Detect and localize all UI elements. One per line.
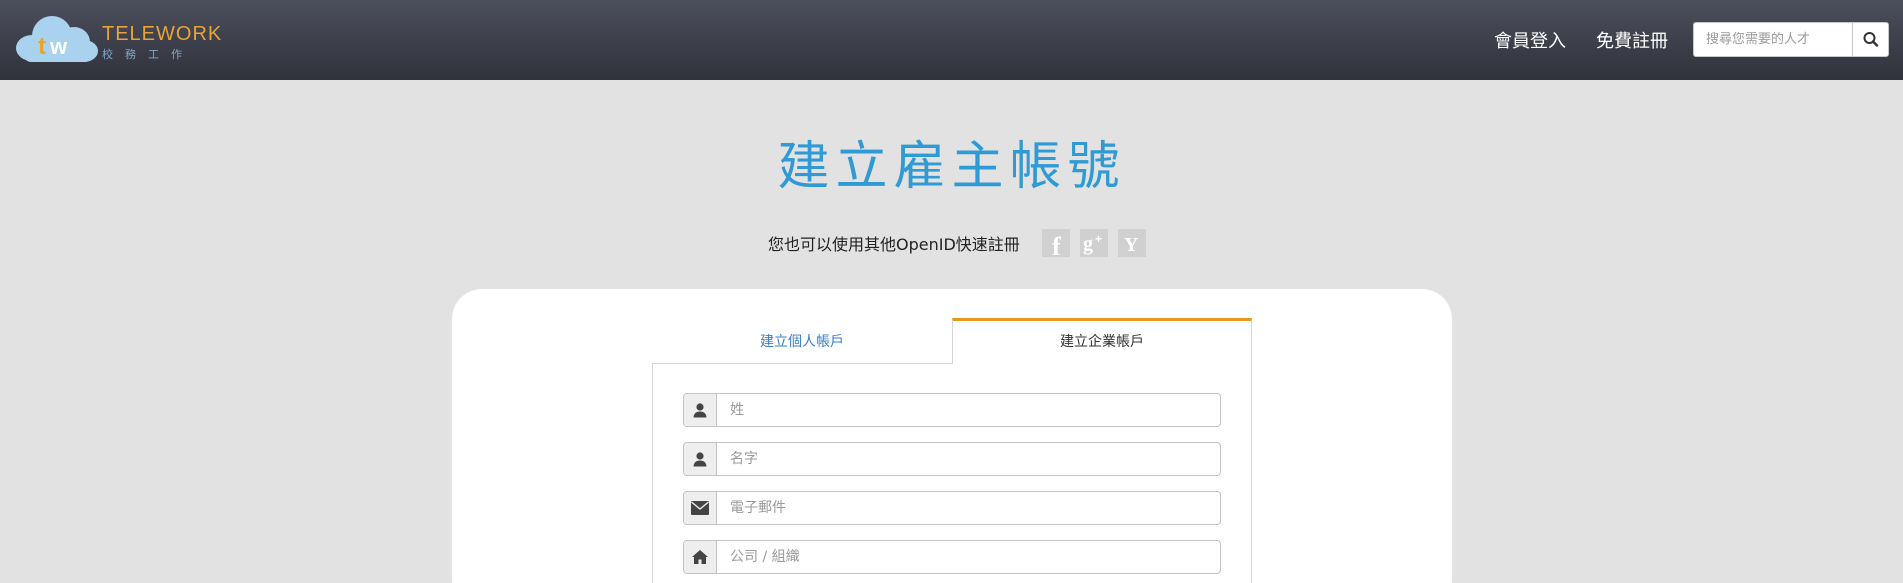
yahoo-icon[interactable]: Y — [1117, 229, 1146, 257]
svg-text:f: f — [1052, 232, 1061, 257]
brand-name: TELEWORK — [102, 23, 223, 45]
company-field — [683, 540, 1221, 574]
top-navbar: t w TELEWORK 校務工作 會員登入 免費註冊 — [0, 0, 1903, 80]
svg-text:g: g — [1083, 233, 1093, 255]
last-name-input[interactable] — [718, 394, 1218, 426]
svg-text:t: t — [38, 33, 46, 60]
register-link[interactable]: 免費註冊 — [1596, 27, 1668, 53]
page-title: 建立雇主帳號 — [777, 137, 1126, 197]
user-icon — [684, 443, 717, 475]
account-type-tabs: 建立個人帳戶 建立企業帳戶 — [652, 318, 1252, 364]
search-icon — [1863, 32, 1879, 47]
telework-logo[interactable]: t w TELEWORK 校務工作 — [14, 14, 221, 66]
first-name-input[interactable] — [718, 443, 1218, 475]
envelope-icon — [684, 492, 717, 524]
company-input[interactable] — [718, 541, 1218, 573]
facebook-icon[interactable]: f — [1041, 229, 1070, 257]
svg-text:+: + — [1095, 232, 1102, 246]
openid-text: 您也可以使用其他OpenID快速註冊 — [768, 235, 1020, 254]
tab-personal-account[interactable]: 建立個人帳戶 — [652, 318, 952, 364]
email-field — [683, 491, 1221, 525]
openid-row: 您也可以使用其他OpenID快速註冊 f g + Y — [768, 228, 1146, 258]
user-icon — [684, 394, 717, 426]
home-icon — [684, 541, 717, 573]
svg-text:w: w — [49, 34, 68, 59]
email-input[interactable] — [718, 492, 1218, 524]
search-input[interactable] — [1694, 23, 1854, 56]
tab-company-account[interactable]: 建立企業帳戶 — [952, 318, 1252, 364]
cloud-logo-icon: t w — [16, 16, 98, 62]
search-box — [1693, 22, 1889, 57]
google-plus-icon[interactable]: g + — [1079, 229, 1108, 257]
signup-form — [652, 364, 1252, 583]
login-link[interactable]: 會員登入 — [1494, 27, 1566, 53]
last-name-field — [683, 393, 1221, 427]
search-button[interactable] — [1852, 23, 1888, 56]
svg-text:Y: Y — [1124, 234, 1139, 256]
brand-subtitle: 校務工作 — [102, 48, 194, 61]
first-name-field — [683, 442, 1221, 476]
